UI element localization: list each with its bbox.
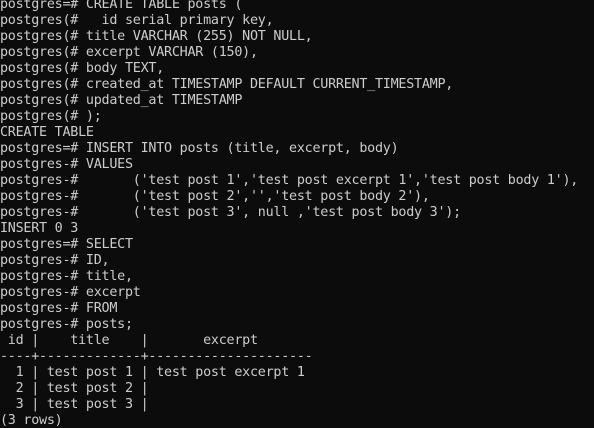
terminal-line-select: postgres=# SELECT	[0, 237, 133, 252]
terminal-line-values-row-2: postgres-# ('test post 2','','test post …	[0, 189, 430, 204]
terminal-line-posts: postgres-# posts;	[0, 317, 133, 332]
terminal-line-from: postgres-# FROM	[0, 301, 118, 316]
terminal-window[interactable]: postgres=# CREATE TABLE posts ( postgres…	[0, 0, 594, 428]
result-row-count: (3 rows)	[0, 413, 63, 428]
terminal-line-create-table-result: CREATE TABLE	[0, 125, 94, 140]
result-table-row-3: 3 | test post 3 |	[0, 397, 149, 412]
terminal-line-body-column: postgres(# body TEXT,	[0, 61, 165, 76]
result-table-header: id | title | excerpt	[0, 333, 258, 348]
terminal-line-select-id: postgres-# ID,	[0, 253, 110, 268]
terminal-line-excerpt-column: postgres(# excerpt VARCHAR (150),	[0, 45, 258, 60]
terminal-line-select-excerpt: postgres-# excerpt	[0, 285, 141, 300]
result-table-separator: ----+-------------+---------------------	[0, 349, 313, 364]
terminal-line-updated-at-column: postgres(# updated_at TIMESTAMP	[0, 93, 243, 108]
terminal-line-id-column: postgres(# id serial primary key,	[0, 13, 274, 28]
terminal-line-close-paren: postgres(# );	[0, 109, 102, 124]
terminal-line-create-table: postgres=# CREATE TABLE posts (	[0, 0, 243, 12]
result-table-row-2: 2 | test post 2 |	[0, 381, 149, 396]
terminal-line-values-row-3: postgres-# ('test post 3', null ,'test p…	[0, 205, 461, 220]
terminal-line-created-at-column: postgres(# created_at TIMESTAMP DEFAULT …	[0, 77, 454, 92]
terminal-line-insert-result: INSERT 0 3	[0, 221, 79, 236]
terminal-line-select-title: postgres-# title,	[0, 269, 133, 284]
terminal-line-insert-into: postgres=# INSERT INTO posts (title, exc…	[0, 141, 399, 156]
terminal-line-title-column: postgres(# title VARCHAR (255) NOT NULL,	[0, 29, 313, 44]
terminal-line-values-row-1: postgres-# ('test post 1','test post exc…	[0, 173, 579, 188]
terminal-line-values: postgres-# VALUES	[0, 157, 133, 172]
result-table-row-1: 1 | test post 1 | test post excerpt 1	[0, 365, 305, 380]
